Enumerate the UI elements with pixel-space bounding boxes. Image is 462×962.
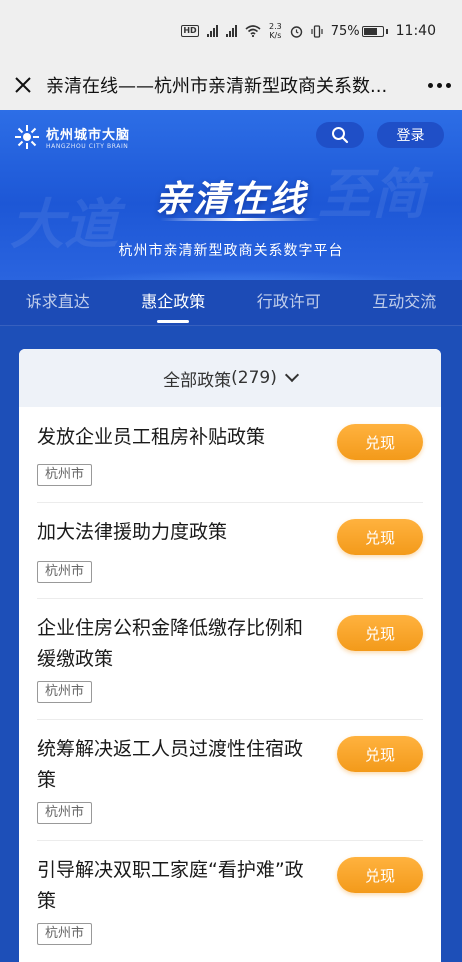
banner-title: 亲清在线 [154,179,307,220]
region-tag: 杭州市 [37,802,93,824]
policy-item[interactable]: 发放企业员工租房补贴政策 杭州市 兑现 [37,407,423,503]
alarm-icon [290,25,302,38]
policy-item[interactable]: 加大法律援助力度政策 杭州市 兑现 [37,503,423,599]
redeem-button[interactable]: 兑现 [337,424,423,460]
region-tag: 杭州市 [37,681,93,703]
policy-item[interactable]: 统筹解决返工人员过渡性住宿政策 杭州市 兑现 [37,720,423,841]
filter-label: 全部政策 [163,370,232,391]
page-title: 亲清在线——杭州市亲清新型政商关系数... [46,76,388,97]
status-indicators: HD 2.3 K/s 75% 11:40 [181,22,436,40]
vibrate-icon [311,24,323,38]
status-bar: HD 2.3 K/s 75% 11:40 [0,0,462,60]
tab-interaction[interactable]: 互动交流 [347,280,462,325]
clock: 11:40 [395,23,436,39]
signal-icon [207,25,218,37]
signal-icon-2 [226,25,237,37]
close-button[interactable] [0,60,46,110]
policy-item[interactable]: 引导解决双职工家庭“看护难”政策 杭州市 兑现 [37,841,423,962]
battery-icon [361,25,384,37]
hd-icon: HD [181,25,199,37]
policy-panel: 全部政策 (279) 发放企业员工租房补贴政策 杭州市 兑现 加大法律援助力度政策… [19,349,441,962]
login-button[interactable]: 登录 [377,122,444,148]
chevron-down-icon [284,367,299,383]
region-tag: 杭州市 [37,561,93,583]
policy-title: 发放企业员工租房补贴政策 [37,426,266,448]
wifi-icon [245,25,261,37]
tab-bar: 诉求直达 惠企政策 行政许可 互动交流 [0,280,462,326]
redeem-button[interactable]: 兑现 [337,519,423,555]
filter-count: (279) [231,368,277,388]
region-tag: 杭州市 [37,923,93,945]
banner-divider [160,218,320,221]
tab-policies[interactable]: 惠企政策 [116,280,232,325]
region-tag: 杭州市 [37,464,93,486]
brand-subtitle: HANGZHOU CITY BRAIN [46,143,129,150]
redeem-button[interactable]: 兑现 [337,857,423,893]
policy-title: 统筹解决返工人员过渡性住宿政策 [37,738,304,791]
policy-item[interactable]: 企业住房公积金降低缴存比例和缓缴政策 杭州市 兑现 [37,599,423,720]
redeem-button[interactable]: 兑现 [337,615,423,651]
tab-appeals[interactable]: 诉求直达 [0,280,116,325]
battery-indicator: 75% [331,24,388,39]
browser-title-bar: 亲清在线——杭州市亲清新型政商关系数... [0,60,462,110]
more-dot-icon [427,82,433,88]
policy-title: 加大法律援助力度政策 [37,521,228,543]
search-icon [332,127,349,144]
brand-name: 杭州城市大脑 [46,128,131,143]
policy-title: 企业住房公积金降低缴存比例和缓缴政策 [37,617,304,670]
network-speed: 2.3 K/s [269,22,282,40]
close-icon [15,77,31,93]
search-button[interactable] [316,122,364,148]
battery-level: 75% [330,23,360,39]
policy-title: 引导解决双职工家庭“看护难”政策 [37,859,304,912]
banner-subtitle: 杭州市亲清新型政商关系数字平台 [118,243,344,259]
redeem-button[interactable]: 兑现 [337,736,423,772]
city-brain-logo: 杭州城市大脑 HANGZHOU CITY BRAIN [14,124,130,150]
city-brain-icon [15,125,39,149]
tab-permits[interactable]: 行政许可 [231,280,347,325]
policy-filter-dropdown[interactable]: 全部政策 (279) [19,349,441,407]
more-options-button[interactable] [416,60,462,110]
hero-banner: 大道 至简 杭州城市大脑 HANGZHOU CITY BRAIN 登录 亲清在线… [0,110,462,280]
